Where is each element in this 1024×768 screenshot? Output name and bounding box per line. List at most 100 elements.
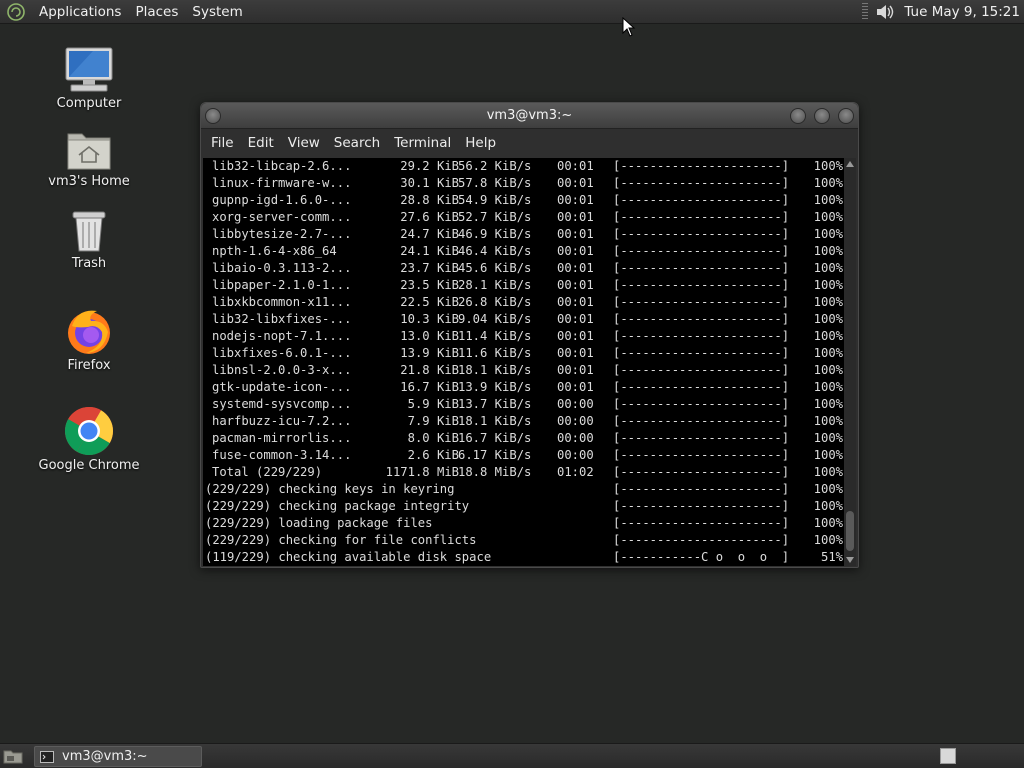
menu-file[interactable]: File [204, 129, 241, 157]
main-menu-logo-icon[interactable] [6, 2, 26, 22]
trash-icon [72, 211, 106, 252]
download-time: 00:01 [557, 227, 594, 241]
package-name: lib32-libxfixes-... [212, 312, 352, 326]
progress-bar: [----------------------] [613, 516, 790, 530]
progress-percent: 100% [813, 448, 843, 462]
progress-percent: 100% [813, 159, 843, 173]
package-name: gtk-update-icon-... [212, 380, 352, 394]
progress-bar: [----------------------] [613, 482, 790, 496]
desktop-icon-home[interactable]: vm3's Home [29, 128, 149, 189]
menu-edit[interactable]: Edit [241, 129, 281, 157]
step-text: (229/229) loading package files [205, 516, 433, 530]
progress-bar: [----------------------] [613, 465, 790, 479]
download-size: 29.2 KiB [400, 159, 459, 173]
progress-bar: [----------------------] [613, 159, 790, 173]
progress-percent: 100% [813, 431, 843, 445]
computer-icon [65, 47, 113, 92]
panel-grip[interactable] [862, 2, 869, 21]
download-size: 21.8 KiB [400, 363, 459, 377]
terminal-scrollbar[interactable] [844, 158, 856, 566]
progress-bar: [----------------------] [613, 380, 790, 394]
scroll-up-arrow-icon[interactable] [846, 161, 854, 167]
progress-percent: 100% [813, 210, 843, 224]
download-time: 00:01 [557, 176, 594, 190]
volume-icon[interactable] [874, 2, 896, 22]
terminal-output[interactable]: lib32-libcap-2.6... 29.2 KiB 56.2 KiB/s 00:… [203, 158, 845, 566]
mouse-cursor-icon [622, 17, 636, 37]
package-name: Total (229/229) [212, 465, 323, 479]
window-title: vm3@vm3:~ [486, 108, 573, 123]
progress-bar: [----------------------] [613, 533, 790, 547]
download-time: 00:01 [557, 193, 594, 207]
desktop-icon-firefox[interactable]: Firefox [29, 306, 149, 373]
download-speed: 13.7 KiB/s [458, 397, 532, 411]
download-size: 23.7 KiB [400, 261, 459, 275]
workspace-switcher[interactable] [940, 748, 956, 764]
desktop-icon-trash[interactable]: Trash [29, 208, 149, 271]
download-row: libxfixes-6.0.1-... 13.9 KiB 11.6 KiB/s 00:… [203, 345, 845, 362]
system-menu[interactable]: System [185, 0, 249, 24]
progress-bar: [----------------------] [613, 363, 790, 377]
step-row: (229/229) loading package files [--------… [203, 515, 845, 532]
download-row: gtk-update-icon-... 16.7 KiB 13.9 KiB/s 00:… [203, 379, 845, 396]
menu-view[interactable]: View [281, 129, 327, 157]
package-name: gupnp-igd-1.6.0-... [212, 193, 352, 207]
download-size: 2.6 KiB [407, 448, 459, 462]
download-time: 01:02 [557, 465, 594, 479]
close-button[interactable] [838, 108, 854, 124]
progress-percent: 100% [813, 533, 843, 547]
download-speed: 54.9 KiB/s [458, 193, 532, 207]
download-row: lib32-libxfixes-... 10.3 KiB 9.04 KiB/s 00:… [203, 311, 845, 328]
taskbar-terminal-button[interactable]: vm3@vm3:~ [34, 746, 202, 767]
desktop-icon-label: Google Chrome [38, 458, 140, 473]
desktop-icon-chrome[interactable]: Google Chrome [29, 406, 149, 473]
window-titlebar[interactable]: vm3@vm3:~ [201, 103, 858, 129]
package-name: systemd-sysvcomp... [212, 397, 352, 411]
places-menu[interactable]: Places [128, 0, 185, 24]
download-size: 27.6 KiB [400, 210, 459, 224]
download-speed: 18.8 MiB/s [458, 465, 532, 479]
step-text: (119/229) checking available disk space [205, 550, 492, 564]
download-speed: 16.7 KiB/s [458, 431, 532, 445]
package-name: fuse-common-3.14... [212, 448, 352, 462]
progress-percent: 100% [813, 295, 843, 309]
progress-percent: 100% [813, 363, 843, 377]
desktop-icon-computer[interactable]: Computer [29, 46, 149, 111]
minimize-button[interactable] [790, 108, 806, 124]
top-panel: Applications Places System Tue May 9, 15… [0, 0, 1024, 24]
download-size: 16.7 KiB [400, 380, 459, 394]
progress-percent: 100% [813, 193, 843, 207]
progress-bar: [----------------------] [613, 329, 790, 343]
progress-percent: 100% [813, 465, 843, 479]
menu-terminal[interactable]: Terminal [387, 129, 458, 157]
terminal-window[interactable]: vm3@vm3:~ File Edit View Search Terminal… [200, 102, 859, 568]
download-size: 24.7 KiB [400, 227, 459, 241]
maximize-button[interactable] [814, 108, 830, 124]
show-desktop-icon[interactable] [2, 747, 24, 765]
download-row: libnsl-2.0.0-3-x... 21.8 KiB 18.1 KiB/s 00:… [203, 362, 845, 379]
download-row: fuse-common-3.14... 2.6 KiB 6.17 KiB/s 00:0… [203, 447, 845, 464]
download-time: 00:00 [557, 397, 594, 411]
scrollbar-thumb[interactable] [846, 511, 854, 551]
step-row: (119/229) checking available disk space [… [203, 549, 845, 566]
menu-help[interactable]: Help [458, 129, 503, 157]
package-name: harfbuzz-icu-7.2... [212, 414, 352, 428]
bottom-panel: vm3@vm3:~ [0, 743, 1024, 768]
menu-search[interactable]: Search [327, 129, 387, 157]
taskbar-label: vm3@vm3:~ [62, 749, 148, 764]
scroll-down-arrow-icon[interactable] [846, 557, 854, 563]
download-size: 23.5 KiB [400, 278, 459, 292]
download-row: libpaper-2.1.0-1... 23.5 KiB 28.1 KiB/s 00:… [203, 277, 845, 294]
download-speed: 57.8 KiB/s [458, 176, 532, 190]
package-name: libxfixes-6.0.1-... [212, 346, 352, 360]
download-row: harfbuzz-icu-7.2... 7.9 KiB 18.1 KiB/s 00:0… [203, 413, 845, 430]
progress-bar: [----------------------] [613, 431, 790, 445]
download-row: libaio-0.3.113-2... 23.7 KiB 45.6 KiB/s 00:… [203, 260, 845, 277]
progress-percent: 100% [813, 499, 843, 513]
progress-percent: 100% [813, 414, 843, 428]
progress-bar: [----------------------] [613, 499, 790, 513]
applications-menu[interactable]: Applications [32, 0, 128, 24]
step-text: (229/229) checking package integrity [205, 499, 470, 513]
progress-bar: [-----------C o o o ] [613, 550, 790, 564]
clock[interactable]: Tue May 9, 15:21 [904, 4, 1020, 20]
